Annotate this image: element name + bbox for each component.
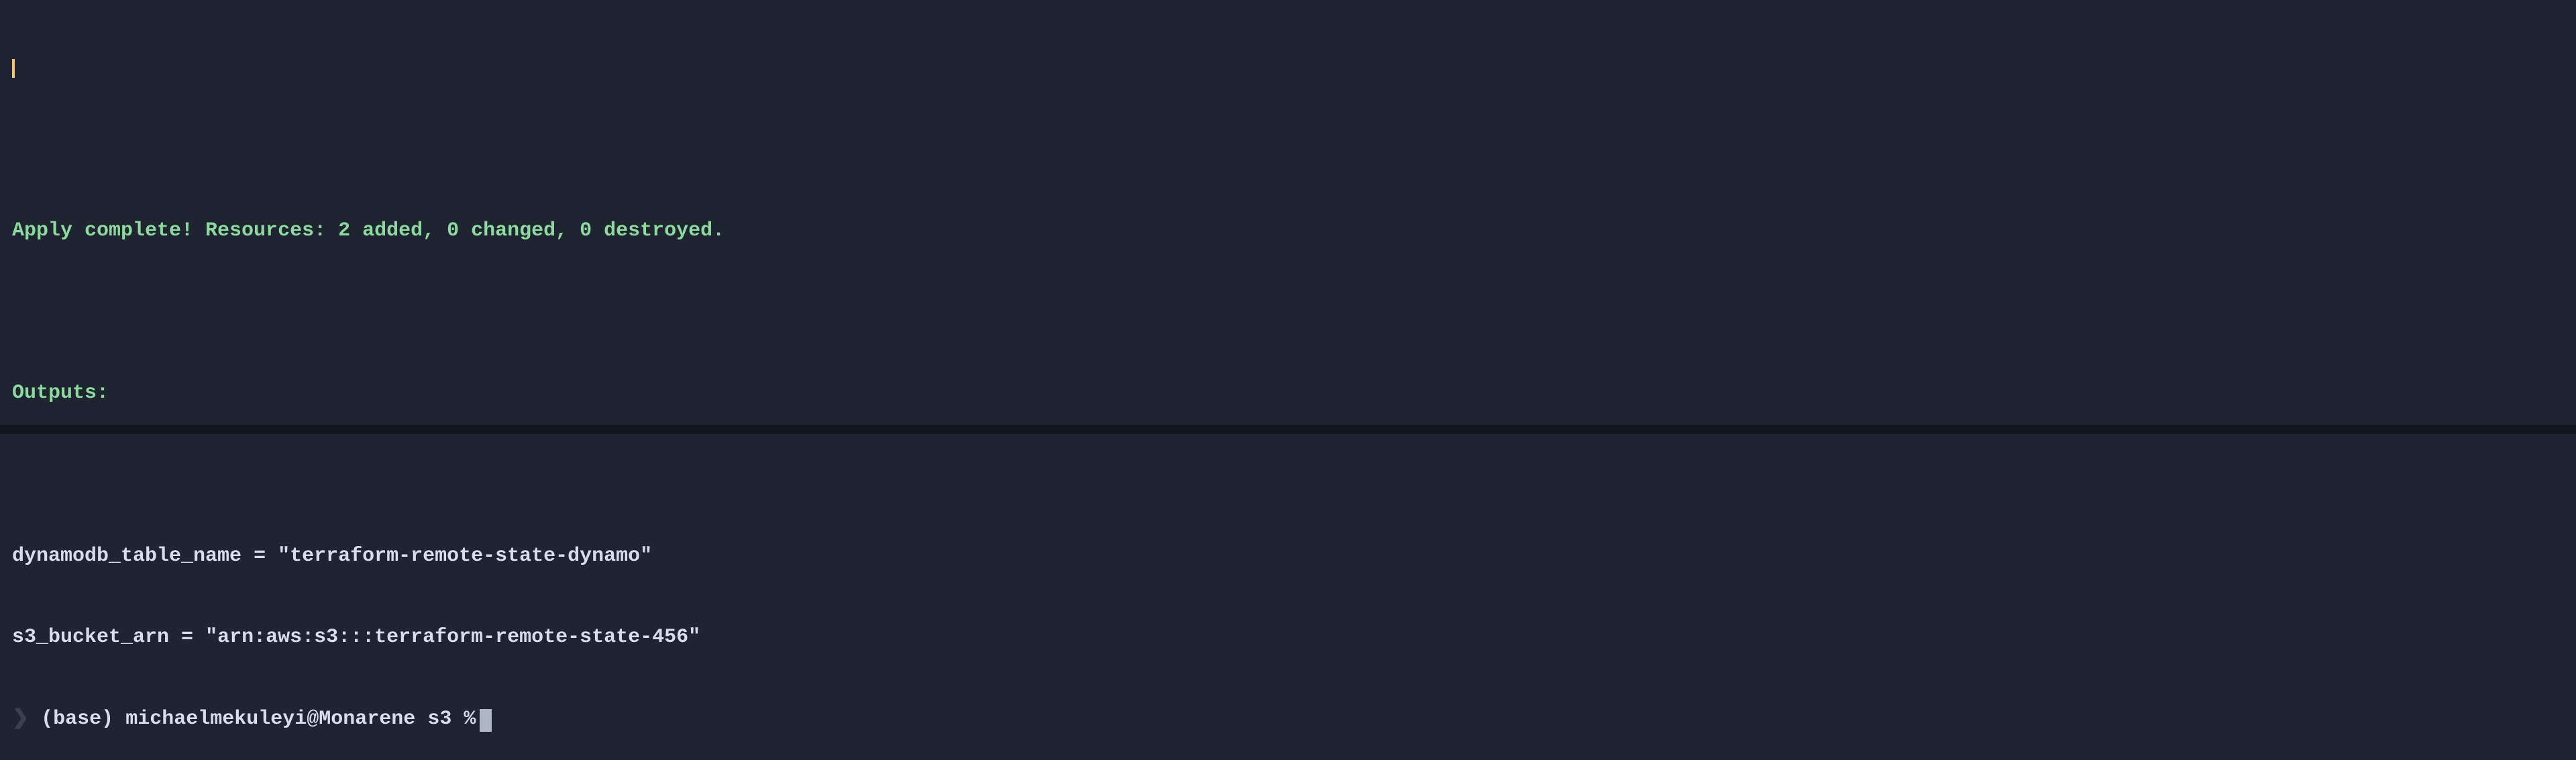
prompt-host: Monarene [319,708,415,730]
outputs-header: Outputs: [12,380,2564,407]
prompt-at: @ [307,708,319,730]
cursor-mark-top [12,59,15,78]
prompt-env: (base) [41,708,113,730]
prompt-symbol: % [464,708,476,730]
cursor-icon [480,709,492,732]
apply-complete-line: Apply complete! Resources: 2 added, 0 ch… [12,217,2564,245]
prompt-user: michaelmekuleyi [125,708,307,730]
output-value-dynamodb: "terraform-remote-state-dynamo" [278,545,652,567]
output-key-dynamodb: dynamodb_table_name [12,545,241,567]
bottom-bar [0,425,2576,434]
prompt-line[interactable]: ❯ (base) michaelmekuleyi@Monarene s3 % [12,706,2564,733]
prompt-arrow-icon: ❯ [12,706,29,733]
prompt-dir: s3 [427,708,451,730]
output-dynamodb: dynamodb_table_name = "terraform-remote-… [12,543,2564,570]
output-value-s3: "arn:aws:s3:::terraform-remote-state-456… [205,626,700,649]
terminal-output[interactable]: Apply complete! Resources: 2 added, 0 ch… [0,0,2576,760]
output-key-s3: s3_bucket_arn [12,626,169,649]
output-s3: s3_bucket_arn = "arn:aws:s3:::terraform-… [12,624,2564,651]
